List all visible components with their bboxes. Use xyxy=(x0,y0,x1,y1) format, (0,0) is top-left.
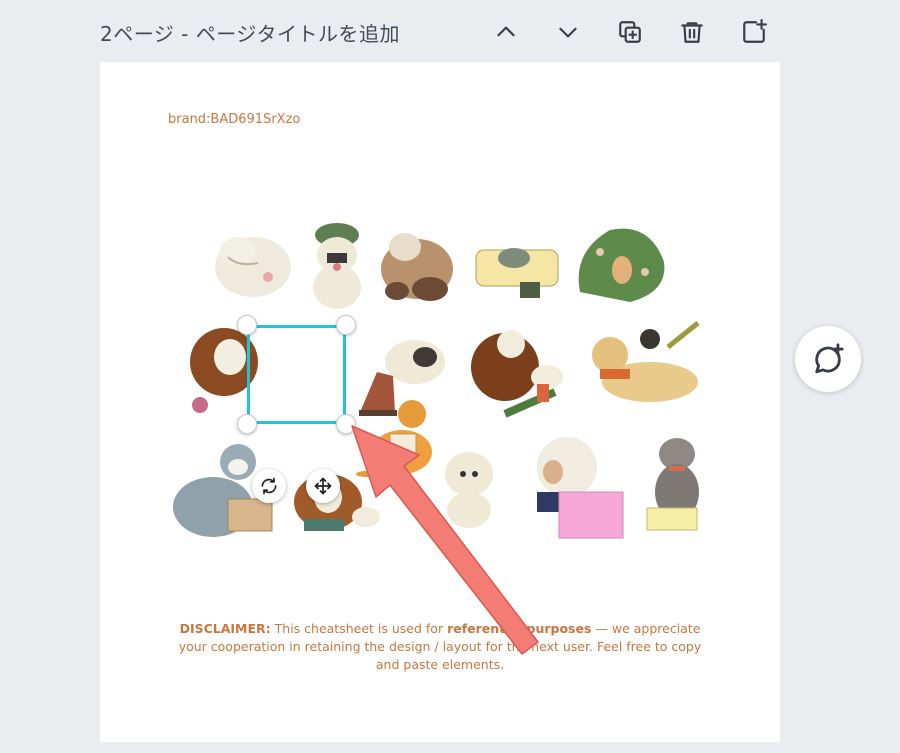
move-button[interactable] xyxy=(306,469,340,503)
dog-sticker[interactable] xyxy=(580,317,705,412)
dog-sticker[interactable] xyxy=(305,217,370,312)
trash-icon xyxy=(681,22,703,43)
move-page-down-button[interactable] xyxy=(552,16,584,48)
move-icon xyxy=(314,477,332,495)
dog-sticker[interactable] xyxy=(355,332,450,417)
brand-text[interactable]: brand:BAD691SrXzo xyxy=(168,112,300,127)
add-comment-button[interactable] xyxy=(795,326,861,392)
disclaimer-bold-phrase: referential purposes xyxy=(447,621,592,636)
resize-handle-top-right[interactable] xyxy=(336,315,356,335)
add-comment-icon xyxy=(815,343,844,374)
dog-sticker[interactable] xyxy=(465,322,575,422)
duplicate-page-icon xyxy=(619,21,641,43)
rotate-icon xyxy=(261,477,277,495)
delete-page-button[interactable] xyxy=(676,16,708,48)
chevron-up-icon xyxy=(497,26,515,37)
resize-handle-top-left[interactable] xyxy=(237,315,257,335)
page-header: 2ページ - ページタイトルを追加 xyxy=(100,14,780,50)
resize-handle-bottom-left[interactable] xyxy=(237,414,257,434)
page-actions xyxy=(490,16,770,48)
dog-sticker[interactable] xyxy=(208,217,298,307)
disclaimer-label: DISCLAIMER: xyxy=(179,621,271,636)
disclaimer-text[interactable]: DISCLAIMER: This cheatsheet is used for … xyxy=(170,620,710,674)
add-page-icon xyxy=(743,19,767,43)
chevron-down-icon xyxy=(559,27,577,38)
add-page-button[interactable] xyxy=(738,16,770,48)
dog-sticker[interactable] xyxy=(525,432,630,542)
dog-sticker[interactable] xyxy=(645,432,715,532)
dog-sticker[interactable] xyxy=(288,457,383,542)
disclaimer-text-part-1: This cheatsheet is used for xyxy=(270,621,448,636)
dog-sticker[interactable] xyxy=(182,317,267,417)
dog-sticker[interactable] xyxy=(570,222,670,307)
dog-sticker[interactable] xyxy=(375,219,460,309)
page-title[interactable]: 2ページ - ページタイトルを追加 xyxy=(100,18,490,47)
design-canvas[interactable]: brand:BAD691SrXzo DISCLAIMER: This cheat… xyxy=(100,62,780,742)
dog-sticker[interactable] xyxy=(435,444,503,534)
resize-handle-bottom-right[interactable] xyxy=(336,414,356,434)
dog-sticker[interactable] xyxy=(472,232,562,302)
move-page-up-button[interactable] xyxy=(490,16,522,48)
duplicate-page-button[interactable] xyxy=(614,16,646,48)
rotate-button[interactable] xyxy=(252,469,286,503)
